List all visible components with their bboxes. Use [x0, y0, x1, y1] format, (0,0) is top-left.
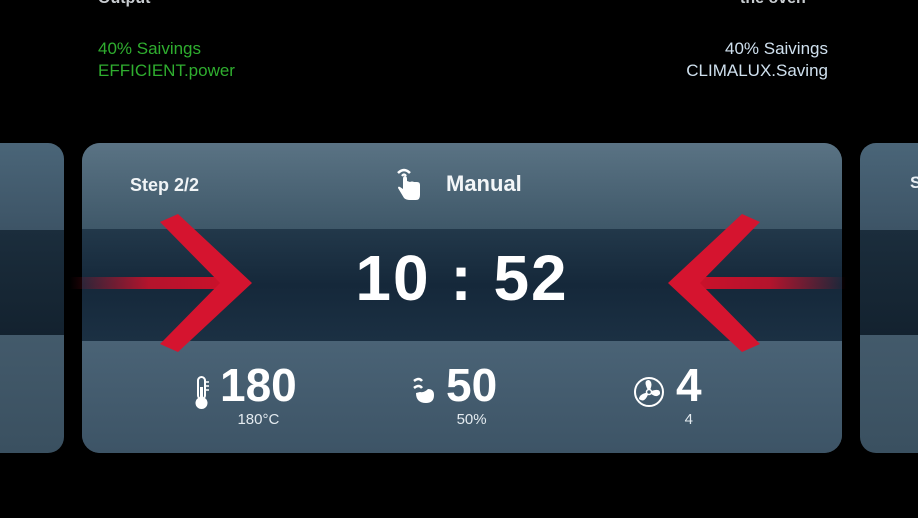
- steam-setting[interactable]: 50 50%: [410, 361, 497, 429]
- fan-level-label: 4: [684, 411, 693, 428]
- steam-icon: [413, 377, 434, 403]
- temperature-value: 180: [220, 359, 297, 411]
- savings-info-right: 40% Saivings CLIMALUX.Saving: [686, 38, 828, 82]
- fan-icon: [634, 377, 664, 407]
- fan-value: 4: [676, 359, 702, 411]
- arrow-right-icon: [70, 214, 252, 352]
- mode-label: Manual: [446, 171, 522, 196]
- steam-value: 50: [446, 359, 498, 411]
- savings-percent-right: 40% Saivings: [724, 39, 828, 58]
- steam-percent-label: 50%: [456, 411, 487, 428]
- oven-screen: Output the oven 40% Saivings EFFICIENT.p…: [0, 0, 918, 518]
- arrow-left-icon: [668, 214, 846, 352]
- savings-percent-left: 40% Saivings: [98, 39, 202, 58]
- temperature-unit-label: 180°C: [237, 411, 280, 428]
- thermometer-icon: [195, 376, 209, 409]
- mode-selector[interactable]: Manual: [394, 167, 522, 201]
- savings-info-left: 40% Saivings EFFICIENT.power: [98, 38, 235, 82]
- cutoff-heading-left: Output: [98, 0, 150, 8]
- next-card-peek-label: S: [910, 173, 918, 192]
- climalux-saving-label: CLIMALUX.Saving: [686, 61, 828, 80]
- efficient-power-label: EFFICIENT.power: [98, 61, 235, 80]
- fan-setting[interactable]: 4 4: [632, 361, 702, 429]
- hand-touch-icon: [397, 168, 420, 200]
- step-indicator: Step 2/2: [130, 175, 200, 195]
- temperature-setting[interactable]: 180 180°C: [192, 361, 297, 429]
- cutoff-heading-right: the oven: [740, 0, 806, 8]
